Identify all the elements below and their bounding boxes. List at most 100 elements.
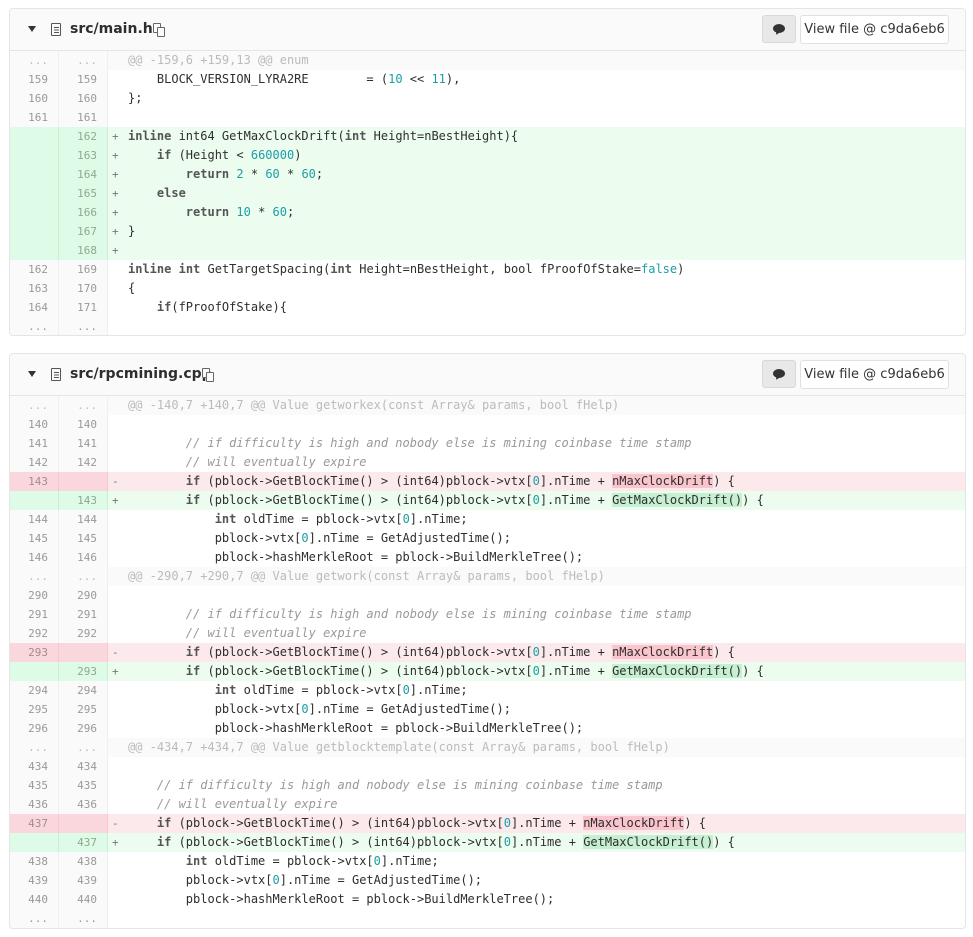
caret-down-icon[interactable] <box>28 371 36 377</box>
old-line-number[interactable]: 437 <box>10 814 59 833</box>
old-line-number[interactable] <box>10 127 59 146</box>
new-line-number[interactable]: 293 <box>59 662 108 681</box>
new-line-number[interactable]: ... <box>59 317 108 335</box>
toggle-comments-button[interactable] <box>762 360 796 388</box>
new-line-number[interactable]: 439 <box>59 871 108 890</box>
old-line-number[interactable] <box>10 833 59 852</box>
new-line-number[interactable] <box>59 643 108 662</box>
new-line-number[interactable]: ... <box>59 51 108 70</box>
new-line-number[interactable]: 162 <box>59 127 108 146</box>
old-line-number[interactable]: 439 <box>10 871 59 890</box>
new-line-number[interactable]: 146 <box>59 548 108 567</box>
new-line-number[interactable]: 295 <box>59 700 108 719</box>
new-line-number[interactable]: 164 <box>59 165 108 184</box>
old-line-number[interactable]: ... <box>10 396 59 415</box>
copy-icon[interactable] <box>202 368 214 382</box>
old-line-number[interactable]: 291 <box>10 605 59 624</box>
new-line-number[interactable]: 440 <box>59 890 108 909</box>
new-line-number[interactable]: 436 <box>59 795 108 814</box>
new-line-number[interactable]: 145 <box>59 529 108 548</box>
new-line-number[interactable]: 167 <box>59 222 108 241</box>
old-line-number[interactable] <box>10 241 59 260</box>
new-line-number[interactable]: 165 <box>59 184 108 203</box>
old-line-number[interactable] <box>10 491 59 510</box>
old-line-number[interactable]: 162 <box>10 260 59 279</box>
old-line-number[interactable]: 143 <box>10 472 59 491</box>
old-line-number[interactable]: 294 <box>10 681 59 700</box>
new-line-number[interactable] <box>59 472 108 491</box>
old-line-number[interactable] <box>10 146 59 165</box>
code-line: { <box>128 279 135 298</box>
old-line-number[interactable]: 295 <box>10 700 59 719</box>
toggle-comments-button[interactable] <box>762 15 796 43</box>
new-line-number[interactable]: 169 <box>59 260 108 279</box>
old-line-number[interactable]: 145 <box>10 529 59 548</box>
old-line-number[interactable] <box>10 184 59 203</box>
new-line-number[interactable]: 142 <box>59 453 108 472</box>
old-line-number[interactable]: 438 <box>10 852 59 871</box>
old-line-number[interactable]: 161 <box>10 108 59 127</box>
old-line-number[interactable]: 440 <box>10 890 59 909</box>
file-name[interactable]: src/main.h <box>70 21 153 37</box>
new-line-number[interactable]: 171 <box>59 298 108 317</box>
new-line-number[interactable]: 291 <box>59 605 108 624</box>
old-line-number[interactable]: 292 <box>10 624 59 643</box>
new-line-number[interactable]: 141 <box>59 434 108 453</box>
old-line-number[interactable]: ... <box>10 317 59 335</box>
new-line-number[interactable]: 140 <box>59 415 108 434</box>
new-line-number[interactable]: 292 <box>59 624 108 643</box>
new-line-number[interactable]: 294 <box>59 681 108 700</box>
new-line-number[interactable]: 290 <box>59 586 108 605</box>
old-line-number[interactable]: 293 <box>10 643 59 662</box>
new-line-number[interactable]: 437 <box>59 833 108 852</box>
old-line-number[interactable]: 160 <box>10 89 59 108</box>
old-line-number[interactable]: 290 <box>10 586 59 605</box>
new-line-number[interactable]: 160 <box>59 89 108 108</box>
old-line-number[interactable]: 434 <box>10 757 59 776</box>
new-line-number[interactable]: 159 <box>59 70 108 89</box>
new-line-number[interactable]: ... <box>59 567 108 586</box>
old-line-number[interactable]: 144 <box>10 510 59 529</box>
old-line-number[interactable]: ... <box>10 738 59 757</box>
new-line-number[interactable]: 163 <box>59 146 108 165</box>
new-line-number[interactable]: 166 <box>59 203 108 222</box>
context-line-row: ...... <box>10 317 965 335</box>
old-line-number[interactable]: ... <box>10 909 59 928</box>
new-line-number[interactable]: 296 <box>59 719 108 738</box>
old-line-number[interactable]: 435 <box>10 776 59 795</box>
old-line-number[interactable] <box>10 203 59 222</box>
new-line-number[interactable]: 434 <box>59 757 108 776</box>
view-file-button[interactable]: View file @ c9da6eb6 <box>800 15 949 44</box>
new-line-number[interactable]: ... <box>59 396 108 415</box>
old-line-number[interactable]: 436 <box>10 795 59 814</box>
new-line-number[interactable]: 144 <box>59 510 108 529</box>
old-line-number[interactable]: ... <box>10 51 59 70</box>
new-line-number[interactable]: 170 <box>59 279 108 298</box>
new-line-number[interactable] <box>59 814 108 833</box>
old-line-number[interactable]: 163 <box>10 279 59 298</box>
code-token: ; <box>286 205 295 219</box>
old-line-number[interactable]: 140 <box>10 415 59 434</box>
code-token: nMaxClockDrift <box>612 474 714 488</box>
new-line-number[interactable]: ... <box>59 738 108 757</box>
new-line-number[interactable]: 438 <box>59 852 108 871</box>
new-line-number[interactable]: 161 <box>59 108 108 127</box>
copy-icon[interactable] <box>153 23 165 37</box>
new-line-number[interactable]: 435 <box>59 776 108 795</box>
old-line-number[interactable] <box>10 165 59 184</box>
new-line-number[interactable]: 143 <box>59 491 108 510</box>
new-line-number[interactable]: ... <box>59 909 108 928</box>
old-line-number[interactable]: 296 <box>10 719 59 738</box>
old-line-number[interactable]: 159 <box>10 70 59 89</box>
old-line-number[interactable]: 141 <box>10 434 59 453</box>
file-name[interactable]: src/rpcmining.cpp <box>70 366 212 382</box>
old-line-number[interactable] <box>10 222 59 241</box>
caret-down-icon[interactable] <box>28 26 36 32</box>
old-line-number[interactable]: 164 <box>10 298 59 317</box>
old-line-number[interactable]: 146 <box>10 548 59 567</box>
old-line-number[interactable] <box>10 662 59 681</box>
old-line-number[interactable]: 142 <box>10 453 59 472</box>
view-file-button[interactable]: View file @ c9da6eb6 <box>800 360 949 389</box>
old-line-number[interactable]: ... <box>10 567 59 586</box>
new-line-number[interactable]: 168 <box>59 241 108 260</box>
